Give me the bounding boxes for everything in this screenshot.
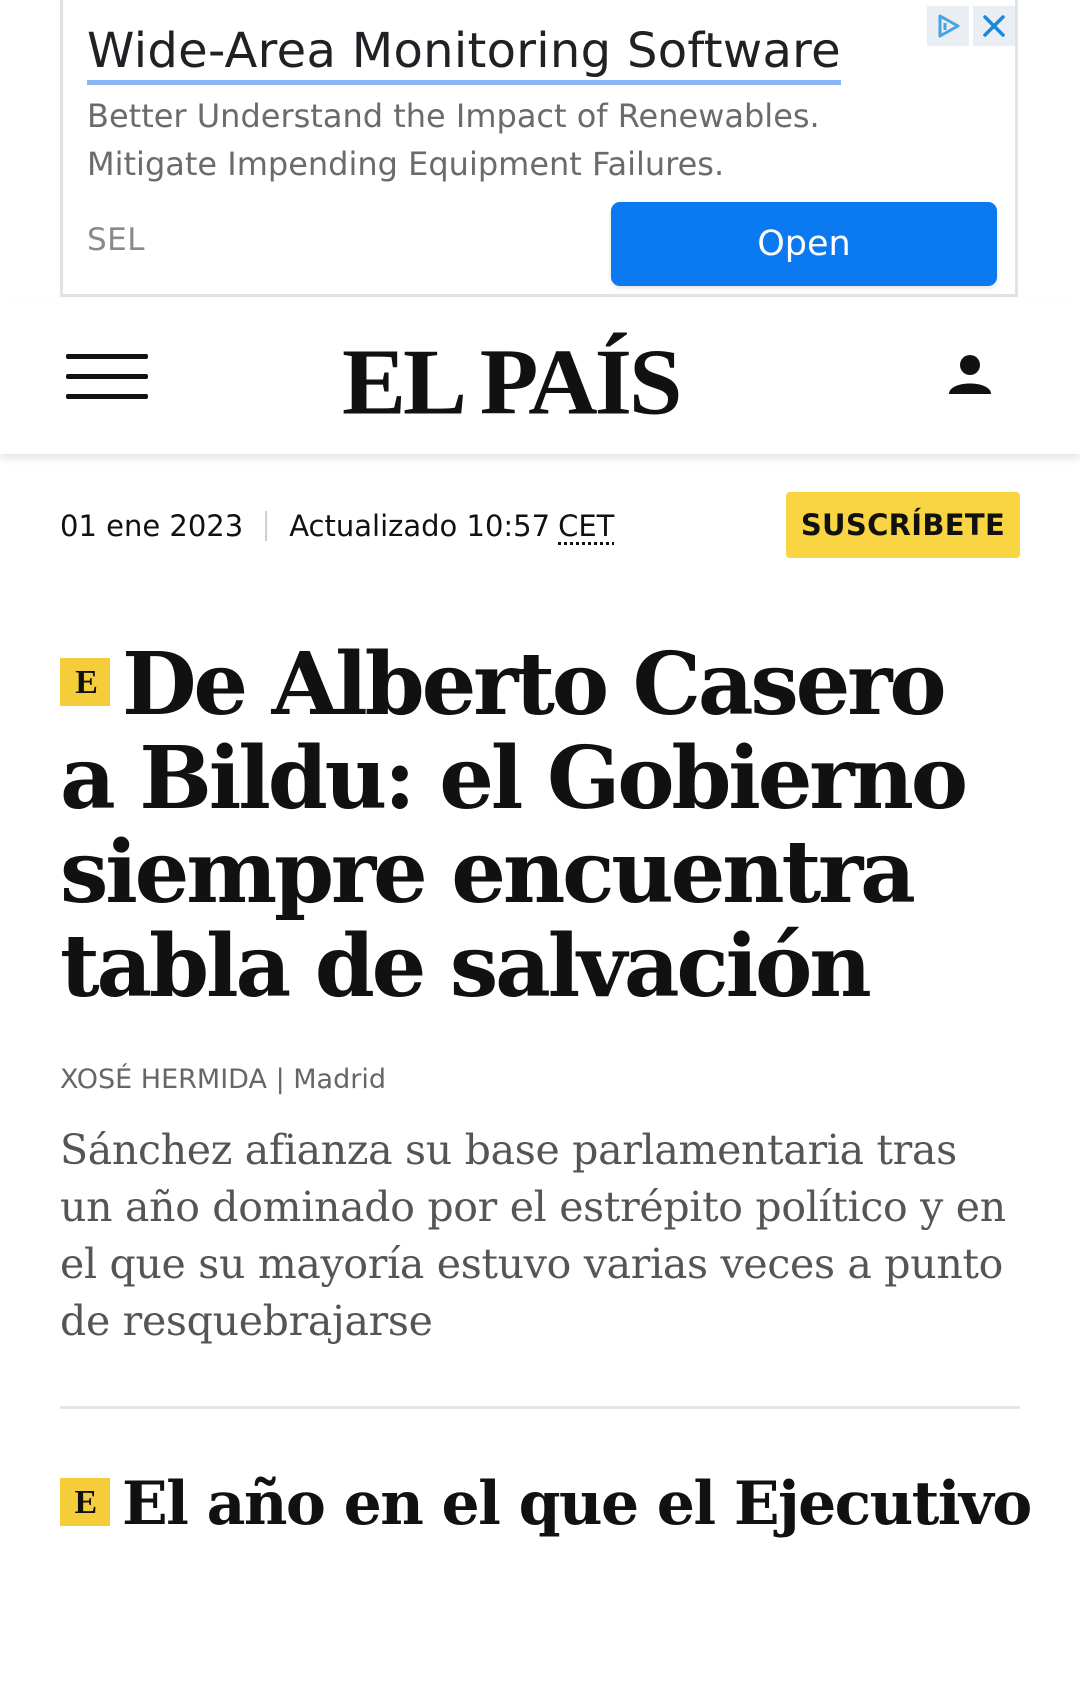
menu-icon[interactable]: [66, 354, 148, 400]
article-datebar: 01 ene 2023 Actualizado 10:57 CET: [60, 506, 614, 546]
close-icon[interactable]: [973, 6, 1015, 46]
updated-time: Actualizado 10:57: [289, 509, 551, 543]
article-summary: Sánchez afianza su base parlamentaria tr…: [60, 1126, 1006, 1345]
user-icon[interactable]: [945, 350, 995, 400]
date-separator: [265, 511, 268, 541]
article-byline: XOSÉ HERMIDA | Madrid: [60, 1064, 386, 1095]
ad-open-button[interactable]: Open: [611, 202, 997, 286]
ad-advertiser: SEL: [87, 222, 146, 258]
adchoices-icon[interactable]: [927, 6, 969, 46]
el-pais-badge-icon: E: [60, 658, 110, 706]
ad-description-line: Mitigate Impending Equipment Failures.: [87, 145, 725, 183]
ad-banner[interactable]: Wide-Area Monitoring Software Better Und…: [60, 0, 1018, 297]
subscribe-button[interactable]: SUSCRÍBETE: [786, 492, 1020, 558]
article-headline[interactable]: E De Alberto Casero a Bildu: el Gobierno …: [60, 638, 1020, 1014]
next-article-headline-text[interactable]: El año en el que el Ejecutivo se: [122, 1469, 1040, 1539]
el-pais-badge-icon: E: [60, 1478, 110, 1526]
timezone-abbr: CET: [558, 509, 615, 543]
publish-date: 01 ene 2023: [60, 509, 244, 543]
article-headline-text[interactable]: De Alberto Casero a Bildu: el Gobierno s…: [60, 634, 968, 1017]
ad-description-line: Better Understand the Impact of Renewabl…: [87, 97, 820, 135]
byline-separator: |: [266, 1064, 294, 1095]
author-name[interactable]: XOSÉ HERMIDA: [60, 1064, 267, 1095]
article-location: Madrid: [293, 1064, 386, 1095]
section-divider: [60, 1406, 1020, 1409]
ad-title[interactable]: Wide-Area Monitoring Software: [87, 22, 841, 85]
site-header: EL PAÍS: [0, 298, 1080, 454]
site-logo[interactable]: EL PAÍS: [342, 334, 682, 428]
ad-description: Better Understand the Impact of Renewabl…: [87, 92, 947, 188]
next-article-headline[interactable]: E El año en el que el Ejecutivo se: [60, 1466, 1040, 1542]
